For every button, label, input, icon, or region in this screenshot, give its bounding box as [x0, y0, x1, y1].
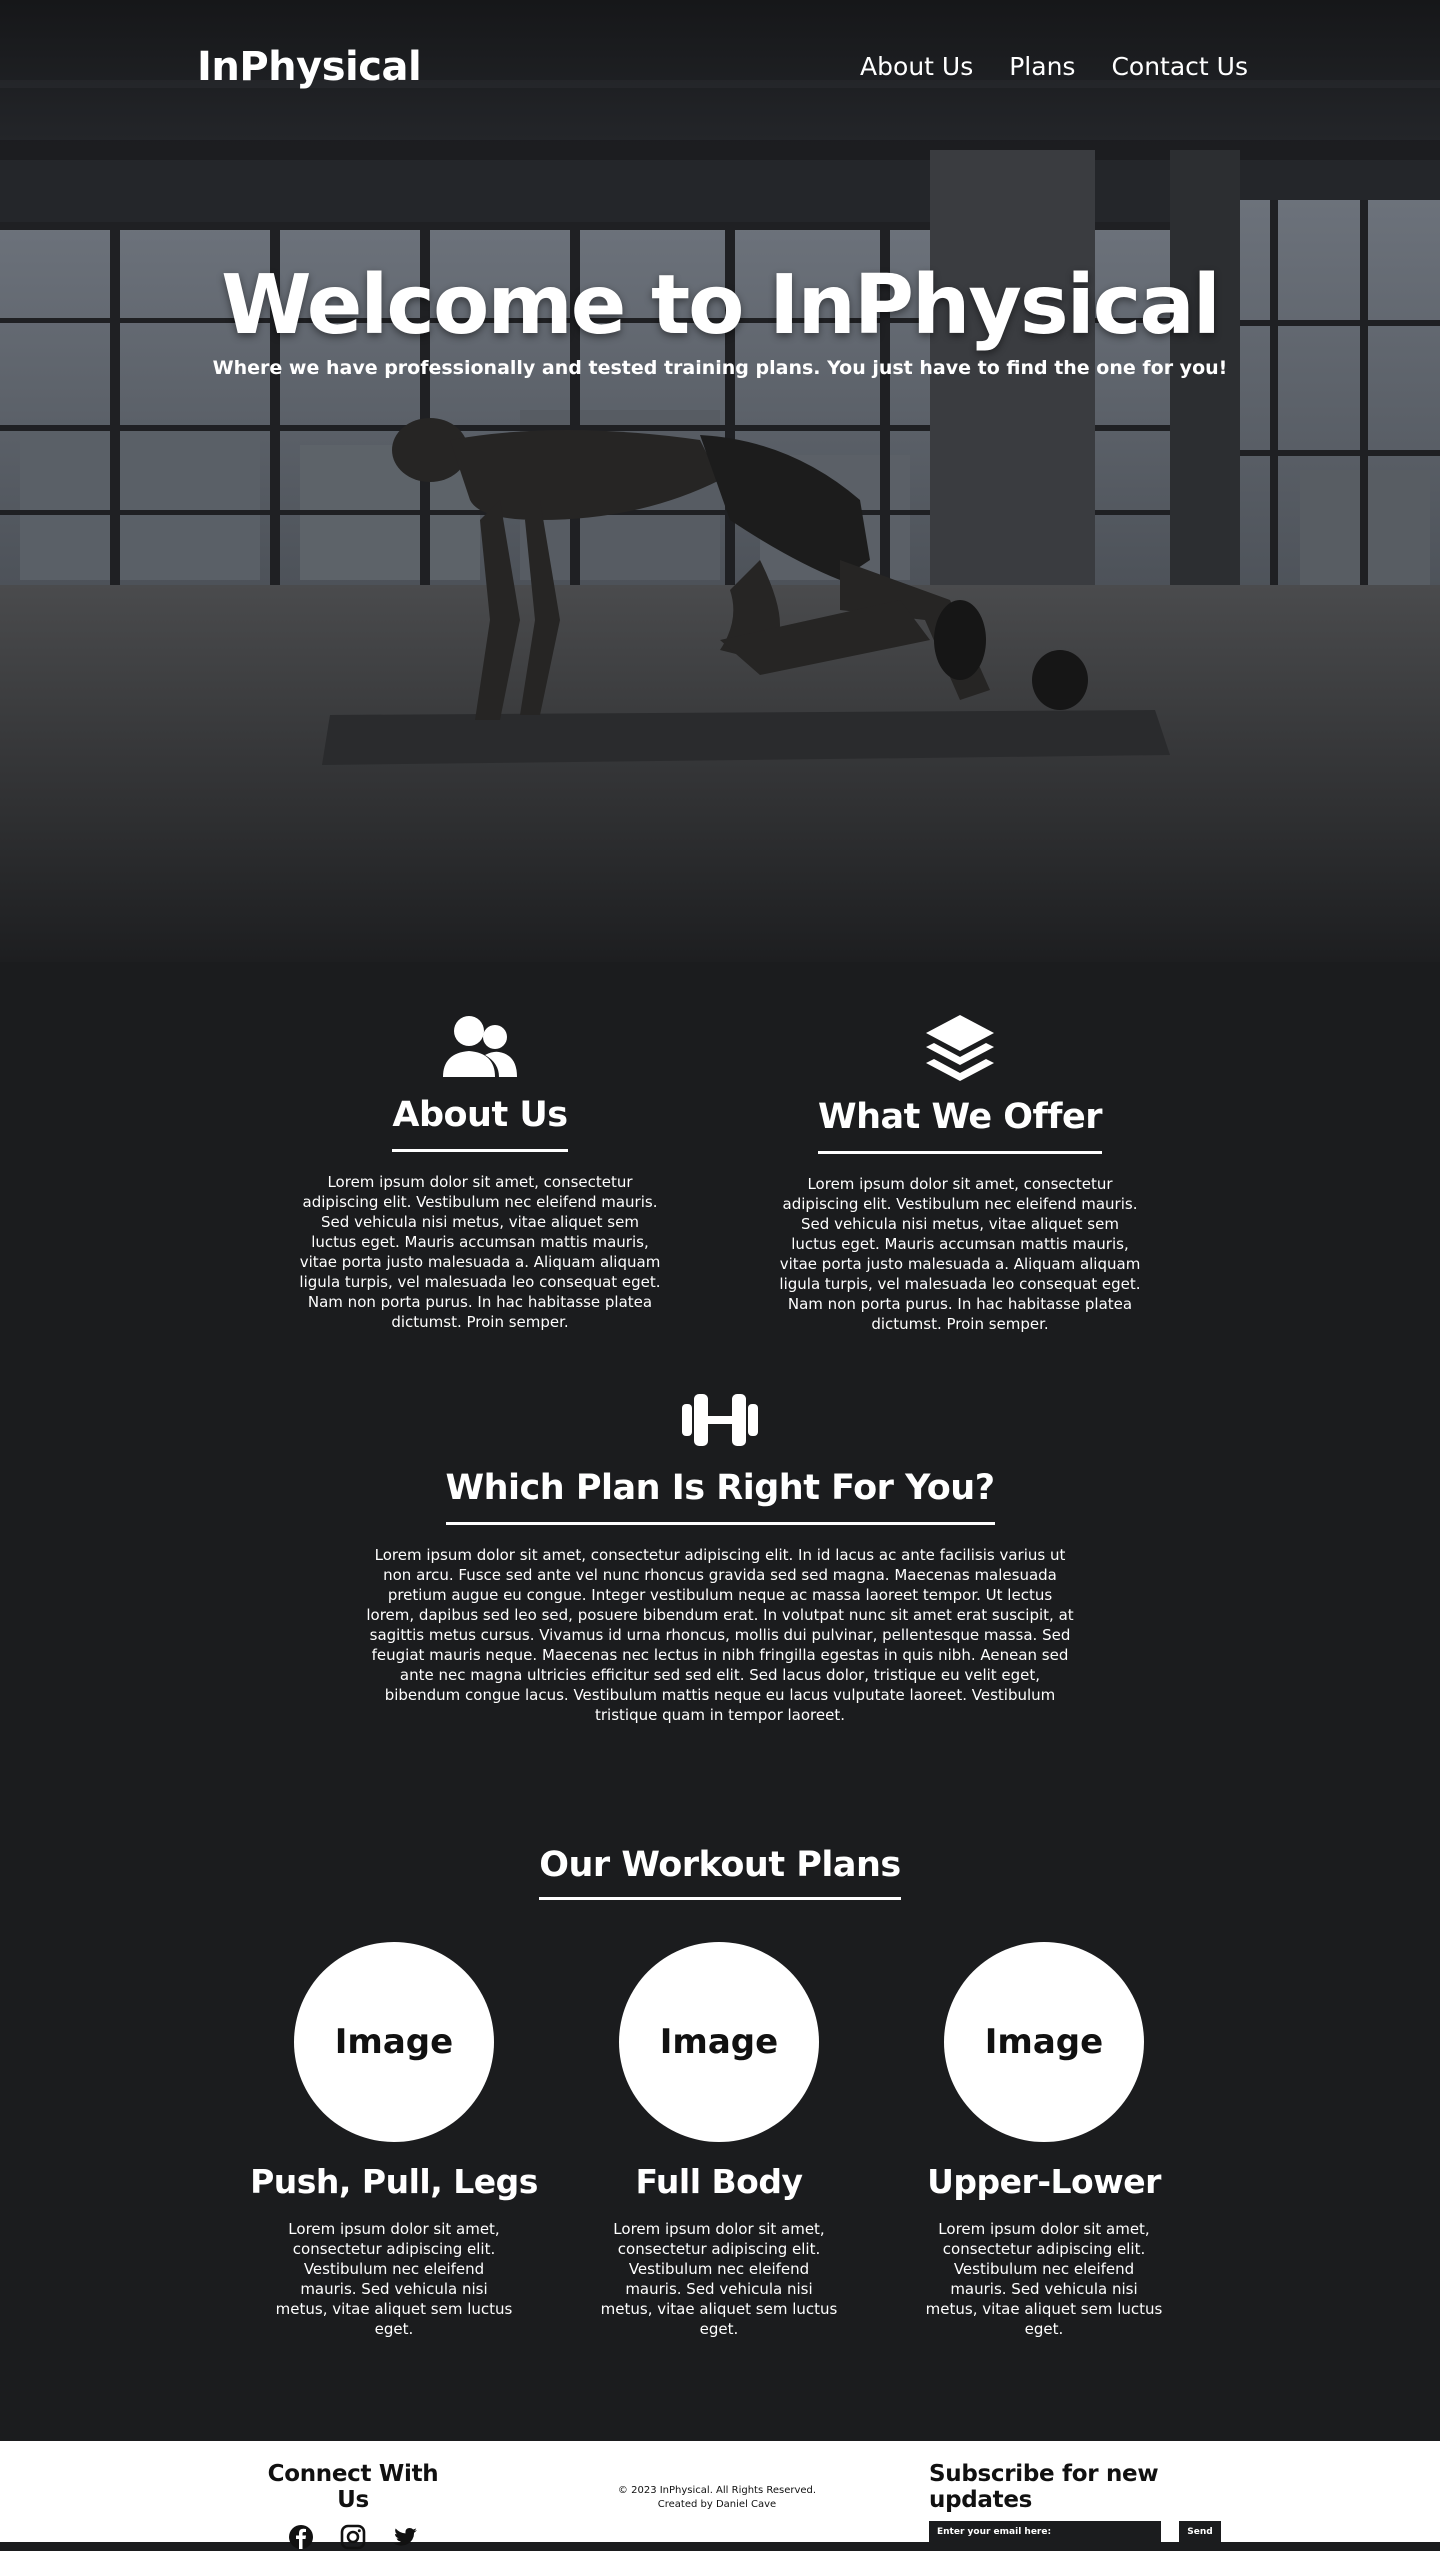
- what-we-offer-heading: What We Offer: [817, 1097, 1103, 1154]
- hero-background-image: [0, 0, 1440, 962]
- email-input[interactable]: [929, 2521, 1161, 2543]
- hero-title: Welcome to InPhysical: [221, 258, 1221, 353]
- workout-plans-title-wrap: Our Workout Plans: [0, 1845, 1440, 1900]
- plan-image-placeholder: Image: [619, 1942, 819, 2142]
- plan-description: Lorem ipsum dolor sit amet, consectetur …: [600, 2220, 838, 2338]
- subscribe-form: Send: [929, 2521, 1221, 2543]
- workout-plans-heading: Our Workout Plans: [539, 1845, 901, 1900]
- what-we-offer-section: What We Offer Lorem ipsum dolor sit amet…: [770, 1013, 1150, 1334]
- plan-card[interactable]: Image Upper-Lower Lorem ipsum dolor sit …: [894, 1942, 1194, 2339]
- plan-card[interactable]: Image Push, Pull, Legs Lorem ipsum dolor…: [244, 1942, 544, 2339]
- brand-logo[interactable]: InPhysical: [197, 44, 422, 90]
- about-us-text: Lorem ipsum dolor sit amet, consectetur …: [299, 1173, 661, 1331]
- plan-description: Lorem ipsum dolor sit amet, consectetur …: [925, 2220, 1163, 2338]
- hero-section: InPhysical About Us Plans Contact Us Wel…: [0, 0, 1440, 962]
- plan-image-placeholder: Image: [944, 1942, 1144, 2142]
- what-we-offer-text: Lorem ipsum dolor sit amet, consectetur …: [779, 1175, 1141, 1333]
- users-icon: [443, 1016, 517, 1077]
- plan-image-placeholder: Image: [294, 1942, 494, 2142]
- plan-description: Lorem ipsum dolor sit amet, consectetur …: [275, 2220, 513, 2338]
- nav-link-plans[interactable]: Plans: [1009, 52, 1075, 81]
- main-nav: About Us Plans Contact Us: [860, 52, 1248, 81]
- send-button[interactable]: Send: [1179, 2521, 1221, 2543]
- plan-name: Upper-Lower: [927, 2162, 1161, 2201]
- facebook-icon[interactable]: [287, 2523, 315, 2551]
- nav-link-contact-us[interactable]: Contact Us: [1111, 52, 1248, 81]
- connect-section: Connect With Us: [260, 2461, 446, 2551]
- about-us-heading: About Us: [392, 1095, 568, 1152]
- plan-name: Full Body: [635, 2162, 803, 2201]
- about-us-section: About Us Lorem ipsum dolor sit amet, con…: [290, 1015, 670, 1332]
- layers-icon: [926, 1015, 994, 1081]
- twitter-icon[interactable]: [391, 2523, 419, 2551]
- hero-subtitle: Where we have professionally and tested …: [212, 357, 1228, 379]
- connect-heading: Connect With Us: [267, 2461, 439, 2513]
- subscribe-heading: Subscribe for new updates: [929, 2461, 1159, 2513]
- dumbbell-icon: [682, 1394, 758, 1446]
- nav-link-about-us[interactable]: About Us: [860, 52, 973, 81]
- copyright-block: © 2023 InPhysical. All Rights Reserved. …: [580, 2484, 854, 2512]
- plan-name: Push, Pull, Legs: [250, 2162, 538, 2201]
- site-footer: Connect With Us © 2023 InPhysical. All R…: [0, 2441, 1440, 2550]
- copyright-text: © 2023 InPhysical. All Rights Reserved.: [617, 2485, 817, 2496]
- subscribe-section: Subscribe for new updates Send: [929, 2461, 1221, 2543]
- credit-text: Created by Daniel Cave: [657, 2499, 777, 2510]
- social-links: [260, 2523, 446, 2551]
- plan-card[interactable]: Image Full Body Lorem ipsum dolor sit am…: [569, 1942, 869, 2339]
- instagram-icon[interactable]: [339, 2523, 367, 2551]
- which-plan-heading: Which Plan Is Right For You?: [445, 1468, 995, 1525]
- which-plan-text: Lorem ipsum dolor sit amet, consectetur …: [366, 1546, 1074, 1724]
- which-plan-section: Which Plan Is Right For You? Lorem ipsum…: [360, 1392, 1080, 1725]
